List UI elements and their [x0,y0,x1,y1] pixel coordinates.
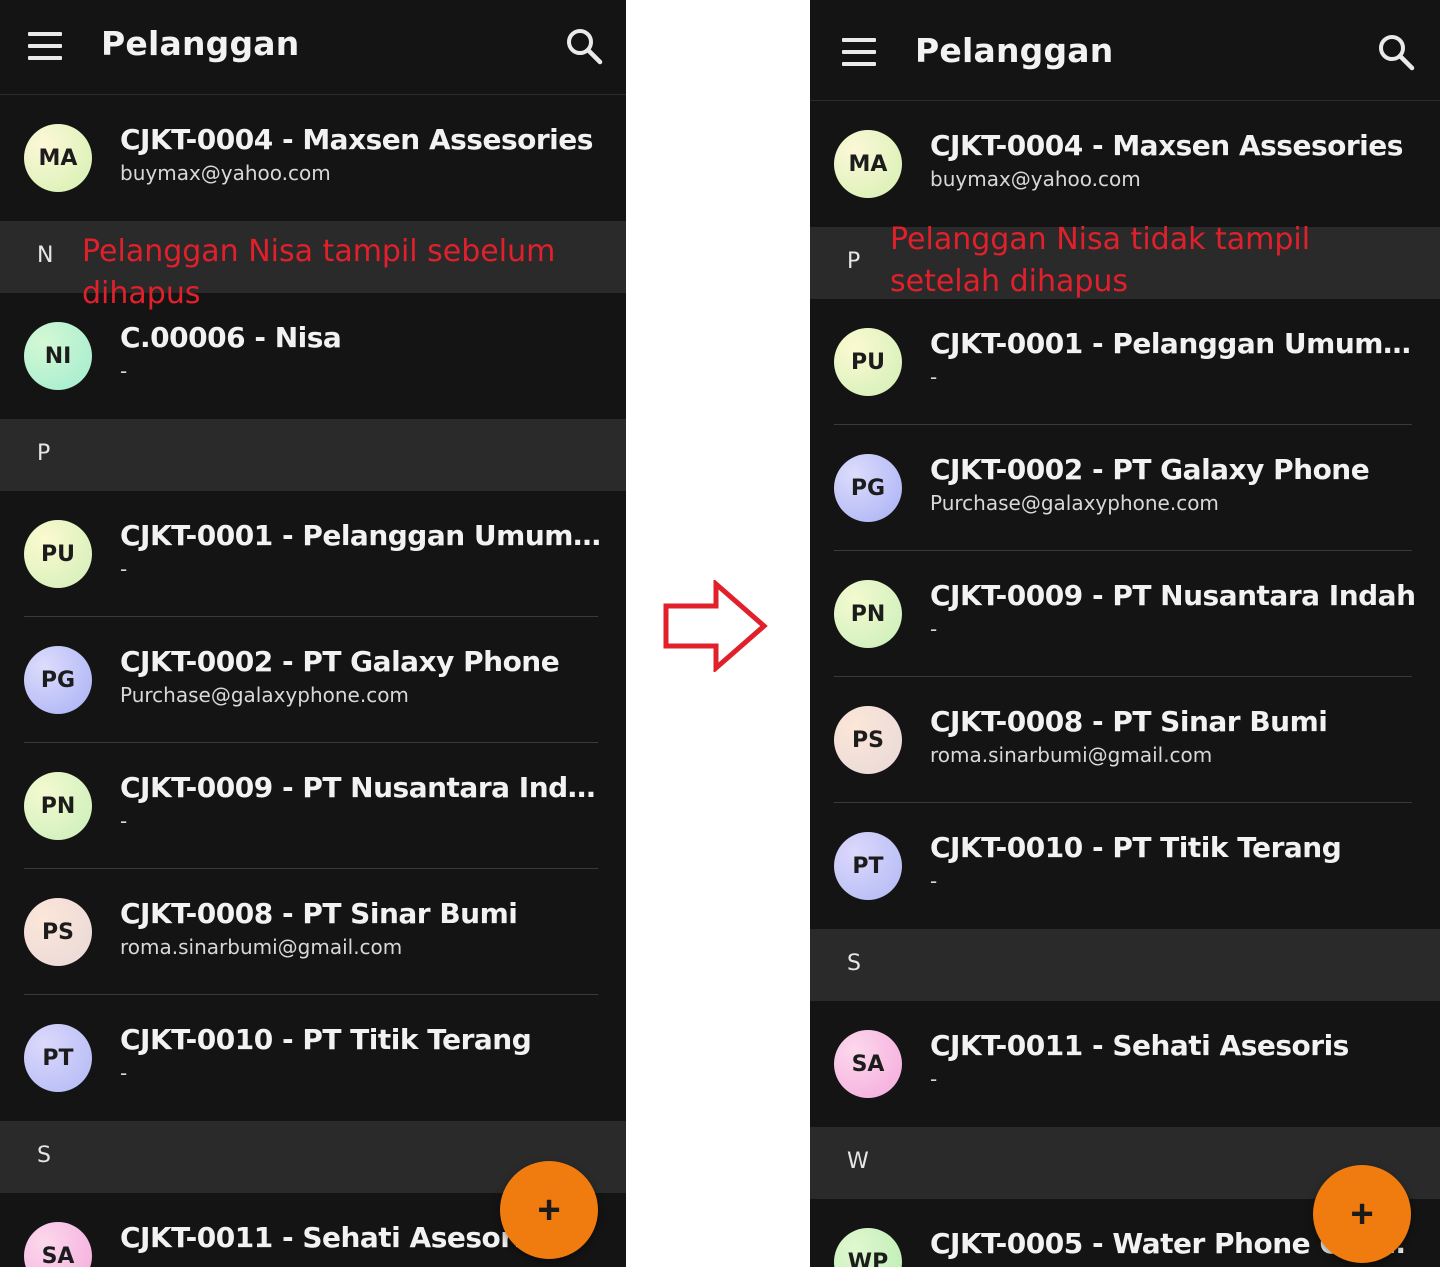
customer-name: CJKT-0004 - Maxsen Assesories [120,123,593,156]
customer-email: - [120,1259,127,1267]
app-bar: Pelanggan [810,0,1440,101]
customer-row[interactable]: PG CJKT-0002 - PT Galaxy Phone Purchase@ga… [0,617,626,743]
avatar: WP [834,1228,902,1267]
right-arrow-icon [663,580,768,672]
avatar: PG [834,454,902,522]
customer-name: CJKT-0011 - Sehati Asesoris [930,1029,1349,1062]
customer-row[interactable]: PN CJKT-0009 - PT Nusantara Indah - [810,551,1440,677]
customer-email: - [120,557,128,581]
customer-row[interactable]: MA CJKT-0004 - Maxsen Assesories buymax@ya… [0,95,626,221]
page-title: Pelanggan [915,31,1114,70]
section-header-n: N Pelanggan Nisa tampil sebelum dihapus [0,221,626,311]
customer-name: CJKT-0001 - Pelanggan Umum - Jaka... [120,519,602,552]
customer-email: - [930,1067,938,1091]
avatar: SA [834,1030,902,1098]
customer-name: CJKT-0004 - Maxsen Assesories [930,129,1403,162]
screen-before: Pelanggan MA CJKT-0004 - Maxsen Assesorie… [0,0,626,1267]
customer-email: - [120,359,128,383]
hamburger-menu-icon[interactable] [842,38,876,66]
hamburger-menu-icon[interactable] [28,32,62,60]
customer-list: MA CJKT-0004 - Maxsen Assesories buymax@ya… [0,95,626,1267]
add-customer-button[interactable]: + [500,1161,598,1259]
add-customer-button[interactable]: + [1313,1165,1411,1263]
customer-email: buymax@yahoo.com [930,167,1141,191]
customer-email: Purchase@galaxyphone.com [930,491,1219,515]
customer-row[interactable]: PT CJKT-0010 - PT Titik Terang - [0,995,626,1121]
customer-name: CJKT-0008 - PT Sinar Bumi [120,897,518,930]
section-letter: N [37,243,54,268]
section-letter: S [37,1143,51,1168]
customer-row[interactable]: PU CJKT-0001 - Pelanggan Umum - Jaka... - [0,491,626,617]
customer-name: CJKT-0010 - PT Titik Terang [120,1023,532,1056]
avatar: PN [24,772,92,840]
section-letter: P [37,441,51,466]
customer-name: CJKT-0008 - PT Sinar Bumi [930,705,1328,738]
customer-row[interactable]: PN CJKT-0009 - PT Nusantara Indah - [0,743,626,869]
annotation-text: Pelanggan Nisa tidak tampil setelah diha… [890,222,1311,299]
avatar: PS [834,706,902,774]
customer-name: CJKT-0002 - PT Galaxy Phone [930,453,1370,486]
section-header-p: P [0,419,626,491]
avatar: PN [834,580,902,648]
page-title: Pelanggan [101,24,300,63]
customer-row[interactable]: SA CJKT-0011 - Sehati Asesoris - [810,1001,1440,1127]
customer-email: - [930,617,938,641]
section-header-p: P Pelanggan Nisa tidak tampil setelah dih… [810,222,1440,299]
customer-name: CJKT-0009 - PT Nusantara Indah [930,579,1416,612]
avatar: NI [24,322,92,390]
customer-row[interactable]: PU CJKT-0001 - Pelanggan Umum - Jaka... - [810,299,1440,425]
search-icon[interactable] [564,26,604,66]
customer-email: roma.sinarbumi@gmail.com [120,935,403,959]
customer-row[interactable]: PG CJKT-0002 - PT Galaxy Phone Purchase@ga… [810,425,1440,551]
customer-email: - [120,809,128,833]
search-icon[interactable] [1376,32,1416,72]
customer-email: - [120,1061,128,1085]
customer-name: CJKT-0009 - PT Nusantara Indah [120,771,602,804]
section-letter: W [847,1149,869,1174]
section-letter: S [847,951,861,976]
avatar: PG [24,646,92,714]
customer-row[interactable]: MA CJKT-0004 - Maxsen Assesories buymax@ya… [810,101,1440,227]
avatar: PU [834,328,902,396]
customer-row[interactable]: PS CJKT-0008 - PT Sinar Bumi roma.sinarbum… [810,677,1440,803]
avatar: PT [834,832,902,900]
customer-email: - [930,365,938,389]
avatar: PS [24,898,92,966]
screen-after: Pelanggan MA CJKT-0004 - Maxsen Assesorie… [810,0,1440,1267]
avatar: MA [24,124,92,192]
customer-row[interactable]: PT CJKT-0010 - PT Titik Terang - [810,803,1440,929]
customer-row[interactable]: NI C.00006 - Nisa - [0,293,626,419]
customer-name: CJKT-0010 - PT Titik Terang [930,831,1342,864]
customer-name: C.00006 - Nisa [120,321,342,354]
avatar: SA [24,1222,92,1267]
customer-email: roma.sinarbumi@gmail.com [930,743,1213,767]
customer-row[interactable]: PS CJKT-0008 - PT Sinar Bumi roma.sinarbum… [0,869,626,995]
customer-list: MA CJKT-0004 - Maxsen Assesories buymax@ya… [810,101,1440,1267]
customer-email: buymax@yahoo.com [120,161,331,185]
customer-email: Purchase@galaxyphone.com [120,683,409,707]
customer-email: - [930,869,938,893]
customer-name: CJKT-0001 - Pelanggan Umum - Jaka... [930,327,1416,360]
app-bar: Pelanggan [0,0,626,95]
section-letter: P [847,249,861,274]
avatar: MA [834,130,902,198]
customer-name: CJKT-0002 - PT Galaxy Phone [120,645,560,678]
avatar: PT [24,1024,92,1092]
avatar: PU [24,520,92,588]
section-header-s: S [810,929,1440,1001]
